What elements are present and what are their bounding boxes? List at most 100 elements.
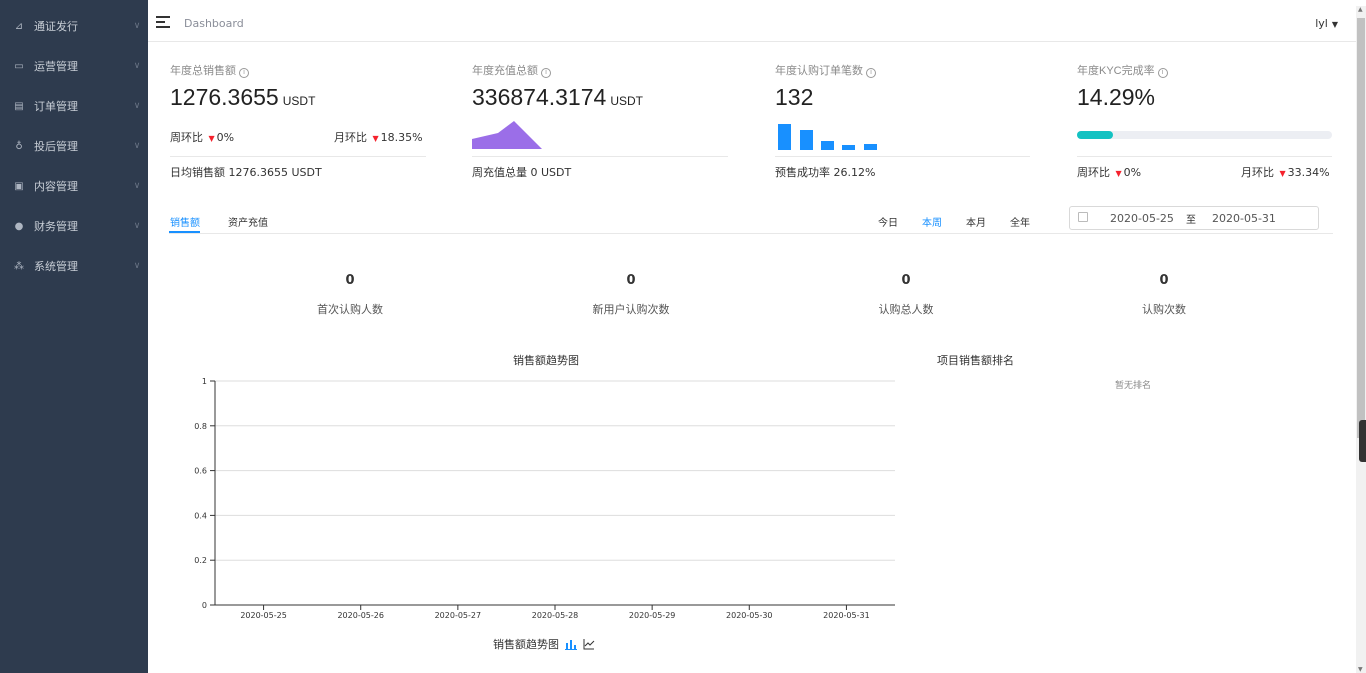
metric-value: 0: [901, 273, 911, 288]
scroll-down-icon[interactable]: ▼: [1358, 666, 1363, 673]
y-tick-label: 0.8: [194, 422, 207, 431]
metric-label: 认购次数: [1142, 303, 1186, 316]
period-year[interactable]: 全年: [1010, 214, 1030, 229]
x-tick-label: 2020-05-29: [629, 611, 676, 620]
chevron-down-icon: ∨: [133, 221, 141, 231]
chevron-down-icon: ∨: [133, 61, 141, 71]
chart-legend: 销售额趋势图: [493, 636, 595, 652]
area-shape: [472, 121, 542, 149]
floating-panel-handle[interactable]: [1359, 420, 1366, 462]
caret-down-red-icon: ▼: [1115, 169, 1122, 178]
rank-title: 项目销售额排名: [937, 354, 1014, 367]
line-chart-icon[interactable]: [583, 638, 595, 650]
mini-bar: [821, 141, 834, 150]
divider: [472, 156, 728, 157]
sidebar-item-orders[interactable]: ▤ 订单管理 ∨: [0, 86, 148, 126]
stat-footer-recharge: 周充值总量 0 USDT: [472, 166, 572, 179]
sidebar-item-label: 投后管理: [34, 140, 78, 153]
week-compare: 周环比 ▼ 0%: [1077, 166, 1142, 179]
sidebar-item-post-investment[interactable]: ♁ 投后管理 ∨: [0, 126, 148, 166]
tab-sales[interactable]: 销售额: [170, 214, 200, 229]
metric-label: 首次认购人数: [317, 303, 383, 316]
org-icon: ⁂: [14, 260, 24, 272]
stat-value-orders: 132: [775, 84, 814, 110]
date-range-picker[interactable]: 2020-05-25 至 2020-05-31: [1069, 206, 1319, 230]
sidebar-item-operations[interactable]: ▭ 运营管理 ∨: [0, 46, 148, 86]
y-tick-label: 0: [202, 601, 207, 610]
sidebar-item-system[interactable]: ⁂ 系统管理 ∨: [0, 246, 148, 286]
x-tick-label: 2020-05-25: [240, 611, 286, 620]
month-compare: 月环比 ▼ 33.34%: [1241, 166, 1330, 179]
stat-value-sales: 1276.3655 USDT: [170, 84, 316, 110]
vertical-scrollbar[interactable]: ▲ ▼: [1356, 6, 1366, 673]
kyc-progress-fill: [1077, 131, 1114, 139]
stat-value-kyc: 14.29%: [1077, 84, 1156, 110]
date-separator: 至: [1186, 215, 1196, 226]
metric-value: 0: [626, 273, 636, 288]
mini-bar: [864, 144, 877, 150]
divider: [170, 156, 426, 157]
kyc-progress-bar: [1077, 131, 1332, 139]
tab-recharge[interactable]: 资产充值: [228, 214, 268, 229]
sidebar-item-label: 运营管理: [34, 60, 78, 73]
stat-title-sales: 年度总销售额 i: [170, 62, 249, 78]
breadcrumb[interactable]: Dashboard: [184, 17, 244, 30]
user-menu[interactable]: lyl ▼: [1315, 17, 1338, 30]
username: lyl: [1315, 17, 1328, 30]
caret-down-red-icon: ▼: [208, 134, 215, 143]
metric-value: 0: [1159, 273, 1169, 288]
sidebar-item-token-issue[interactable]: ⊿ 通证发行 ∨: [0, 6, 148, 46]
sidebar-item-label: 财务管理: [34, 220, 78, 233]
menu-fold-icon[interactable]: [156, 16, 170, 28]
info-icon[interactable]: i: [1157, 68, 1168, 78]
stat-footer-orders: 预售成功率 26.12%: [775, 166, 876, 179]
month-compare: 月环比 ▼ 18.35%: [334, 131, 423, 144]
caret-down-red-icon: ▼: [372, 134, 379, 143]
sales-trend-chart: 0 0.2 0.4 0.6 0.8 1 2020-05-25 2020-05-26 2020-0…: [194, 377, 895, 620]
legend-label: 销售额趋势图: [493, 638, 559, 651]
x-tick-label: 2020-05-28: [532, 611, 579, 620]
scroll-up-icon[interactable]: ▲: [1358, 6, 1363, 13]
scrollbar-thumb[interactable]: [1357, 18, 1365, 438]
start-date[interactable]: 2020-05-25: [1110, 212, 1174, 225]
sidebar-item-label: 通证发行: [34, 20, 78, 33]
info-icon[interactable]: i: [239, 68, 249, 78]
metric-value: 0: [345, 273, 355, 288]
mini-bar: [800, 130, 813, 150]
invest-icon: ♁: [15, 140, 23, 152]
sidebar: ⊿ 通证发行 ∨ ▭ 运营管理 ∨ ▤ 订单管理 ∨ ♁ 投后管理 ∨ ▣ 内容…: [0, 0, 148, 673]
y-tick-label: 0.6: [194, 467, 207, 476]
end-date[interactable]: 2020-05-31: [1212, 212, 1276, 225]
sidebar-item-label: 订单管理: [34, 100, 78, 113]
bar-chart-icon[interactable]: [565, 638, 577, 650]
recharge-area-chart: [472, 121, 542, 149]
chevron-down-icon: ∨: [133, 261, 141, 271]
sidebar-item-label: 内容管理: [34, 180, 78, 193]
chevron-down-icon: ∨: [133, 101, 141, 111]
period-month[interactable]: 本月: [966, 214, 986, 229]
metric-label: 认购总人数: [878, 303, 934, 316]
top-header: Dashboard lyl ▼: [148, 6, 1356, 42]
sidebar-item-label: 系统管理: [34, 260, 78, 273]
divider: [775, 156, 1030, 157]
calendar-icon: [1078, 212, 1088, 222]
rank-empty-text: 暂无排名: [1115, 381, 1152, 391]
sidebar-item-content[interactable]: ▣ 内容管理 ∨: [0, 166, 148, 206]
divider: [1077, 156, 1332, 157]
monitor-icon: ▭: [14, 60, 24, 72]
x-tick-label: 2020-05-27: [435, 611, 482, 620]
stat-title-kyc: 年度KYC完成率 i: [1077, 62, 1168, 78]
stat-title-recharge: 年度充值总额 i: [472, 62, 551, 78]
finance-icon: ●: [14, 220, 24, 232]
period-week[interactable]: 本周: [922, 214, 942, 229]
info-icon[interactable]: i: [541, 68, 551, 78]
week-compare: 周环比 ▼ 0%: [170, 131, 235, 144]
info-icon[interactable]: i: [866, 68, 876, 78]
stat-footer-sales: 日均销售额 1276.3655 USDT: [170, 166, 322, 179]
token-icon: ⊿: [14, 20, 24, 32]
sidebar-item-finance[interactable]: ● 财务管理 ∨: [0, 206, 148, 246]
mini-bar: [842, 145, 855, 150]
period-today[interactable]: 今日: [878, 214, 898, 229]
order-icon: ▤: [14, 100, 24, 112]
y-tick-label: 0.2: [194, 556, 207, 565]
